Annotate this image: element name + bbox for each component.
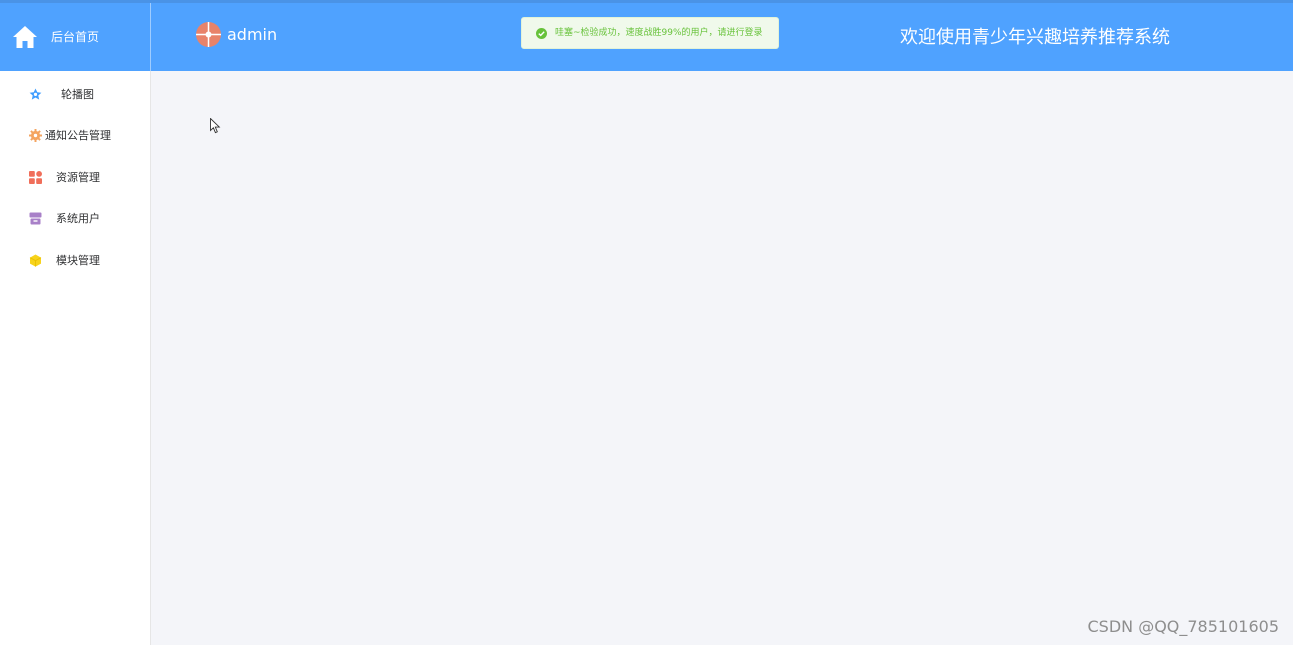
main-content bbox=[151, 71, 1293, 645]
brand-title: 后台首页 bbox=[51, 30, 100, 44]
sidebar-item-resources[interactable]: 资源管理 bbox=[0, 157, 150, 197]
star-icon bbox=[29, 88, 42, 100]
archive-icon bbox=[29, 212, 42, 225]
sidebar-item-label: 模块管理 bbox=[56, 254, 100, 267]
sidebar-item-label: 通知公告管理 bbox=[45, 129, 111, 142]
sidebar-item-notices[interactable]: 通知公告管理 bbox=[0, 115, 150, 155]
sidebar-item-system-users[interactable]: 系统用户 bbox=[0, 198, 150, 238]
check-circle-icon bbox=[536, 28, 547, 39]
grid-icon bbox=[29, 171, 42, 184]
toast-message: 哇塞~检验成功，速度战胜99%的用户，请进行登录 bbox=[555, 28, 763, 38]
sidebar-item-modules[interactable]: 模块管理 bbox=[0, 240, 150, 280]
sidebar-item-label: 轮播图 bbox=[61, 88, 94, 101]
mouse-cursor-icon bbox=[210, 118, 221, 134]
cube-icon bbox=[29, 254, 42, 267]
app-window: 后台首页 admin 哇塞~检验成功，速度战胜99%的用户，请进行登录 欢迎使用… bbox=[0, 0, 1293, 645]
sidebar-item-label: 系统用户 bbox=[56, 212, 100, 225]
brand-home-link[interactable]: 后台首页 bbox=[0, 3, 151, 71]
watermark: CSDN @QQ_785101605 bbox=[1087, 617, 1279, 636]
success-toast: 哇塞~检验成功，速度战胜99%的用户，请进行登录 bbox=[521, 17, 779, 49]
username[interactable]: admin bbox=[227, 25, 277, 45]
welcome-title: 欢迎使用青少年兴趣培养推荐系统 bbox=[900, 27, 1170, 48]
sidebar-item-carousel[interactable]: 轮播图 bbox=[0, 74, 150, 114]
gear-icon bbox=[29, 129, 42, 142]
home-icon bbox=[13, 26, 37, 48]
avatar[interactable] bbox=[196, 22, 221, 47]
sidebar: 轮播图 通知公告管理 资源管理 系统用户 模块管理 bbox=[0, 71, 151, 645]
sidebar-item-label: 资源管理 bbox=[56, 171, 100, 184]
header-bar: 后台首页 admin 哇塞~检验成功，速度战胜99%的用户，请进行登录 欢迎使用… bbox=[0, 3, 1293, 71]
